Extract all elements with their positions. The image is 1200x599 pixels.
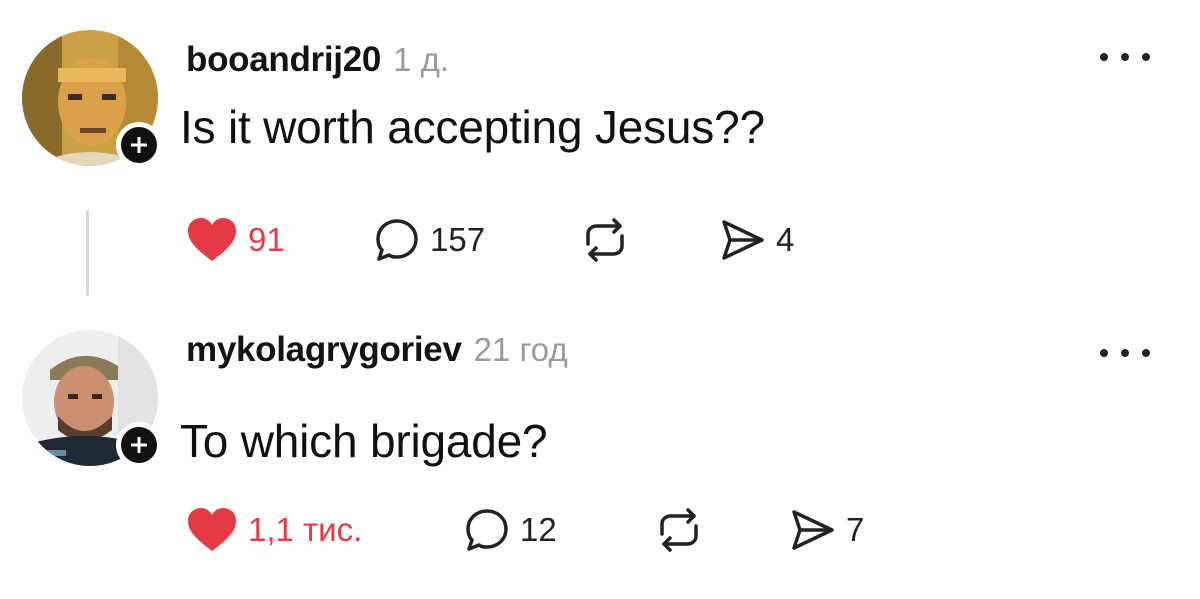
post: mykolagrygoriev 21 год To which brigade?… [0,318,1200,599]
avatar-container[interactable] [22,330,162,468]
more-options-button[interactable] [1100,44,1150,70]
post: booandrij20 1 д. Is it worth accepting J… [0,0,1200,300]
action-bar: 1,1 тис. 12 7 [186,500,1086,560]
thread-line [86,210,89,296]
heart-icon [188,508,236,551]
action-bar: 91 157 4 [186,210,1086,270]
plus-icon [131,437,147,453]
heart-icon [188,218,236,261]
like-button[interactable]: 91 [186,210,285,270]
username[interactable]: mykolagrygoriev [186,330,462,370]
share-button[interactable]: 7 [790,500,864,560]
repost-button[interactable] [654,500,704,560]
post-text: Is it worth accepting Jesus?? [180,101,765,153]
like-count: 91 [248,221,285,258]
more-dots-icon [1121,53,1129,61]
more-dots-icon [1121,349,1129,357]
comment-icon [376,219,418,261]
username[interactable]: booandrij20 [186,40,381,80]
reply-button[interactable]: 12 [464,500,557,560]
like-count: 1,1 тис. [248,511,363,548]
post-header: booandrij20 1 д. [186,40,449,88]
share-count: 7 [846,511,865,548]
timestamp: 21 год [473,331,568,368]
more-dots-icon [1100,349,1108,357]
more-dots-icon [1142,53,1150,61]
share-count: 4 [776,221,795,258]
reply-button[interactable]: 157 [374,210,485,270]
repost-button[interactable] [580,210,630,270]
more-dots-icon [1100,53,1108,61]
reply-count: 12 [520,511,557,548]
post-header: mykolagrygoriev 21 год [186,330,568,378]
reply-count: 157 [430,221,486,258]
plus-icon [131,137,147,153]
follow-button[interactable] [116,422,162,468]
share-button[interactable]: 4 [720,210,794,270]
comment-icon [466,509,508,551]
more-dots-icon [1142,349,1150,357]
like-button[interactable]: 1,1 тис. [186,500,362,560]
avatar-container[interactable] [22,30,162,168]
repost-icon [660,508,698,552]
follow-button[interactable] [116,122,162,168]
post-text: To which brigade? [180,415,548,467]
send-icon [792,510,834,550]
timestamp: 1 д. [393,41,450,78]
send-icon [722,220,764,260]
repost-icon [586,218,624,262]
more-options-button[interactable] [1100,340,1150,366]
